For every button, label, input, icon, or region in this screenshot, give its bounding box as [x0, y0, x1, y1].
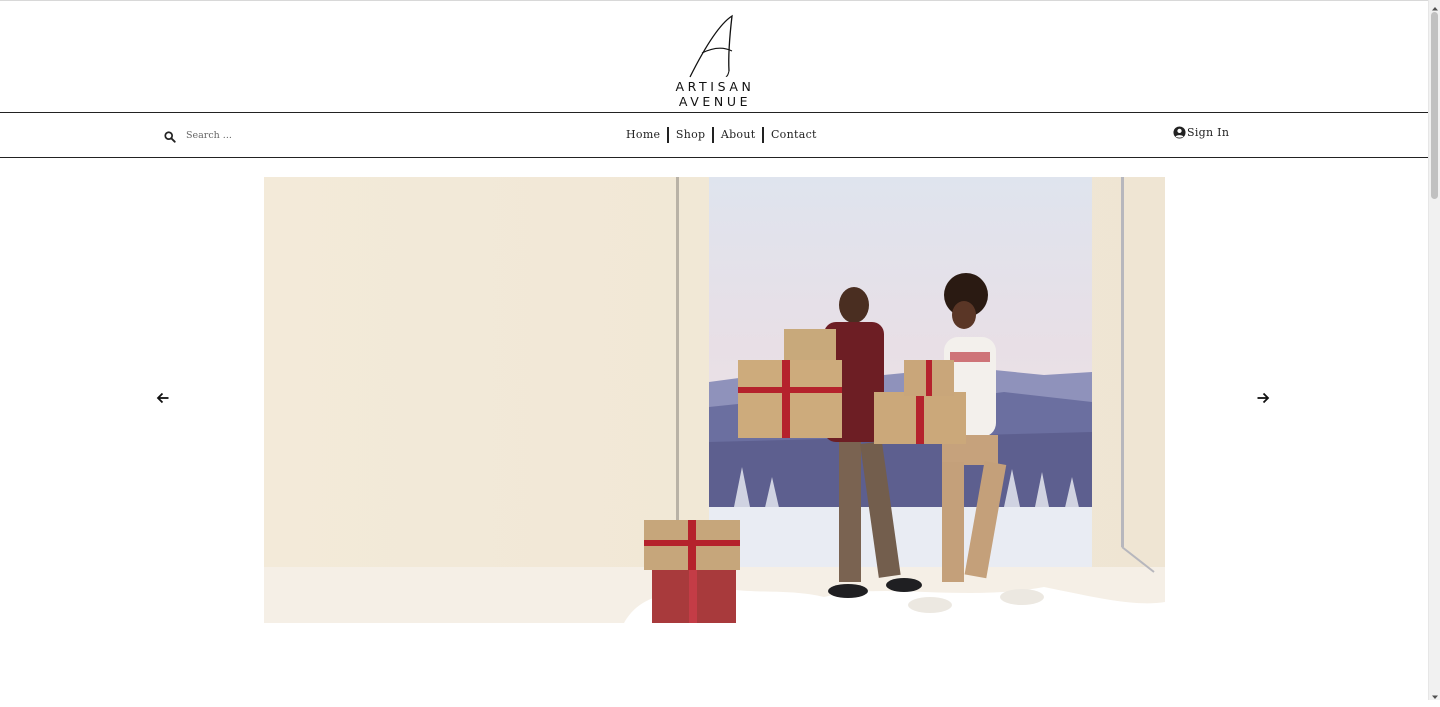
arrow-left-icon — [156, 392, 169, 404]
slider-prev-button[interactable] — [156, 390, 172, 406]
primary-menu: Home Shop About Contact — [619, 125, 824, 145]
brand-name: ARTISAN AVENUE — [675, 79, 755, 109]
hero-illustration — [264, 177, 1165, 623]
main-navbar: Home Shop About Contact Sign In — [0, 112, 1428, 158]
logo-mark — [689, 14, 733, 78]
user-circle-icon — [1173, 126, 1186, 139]
page: ARTISAN AVENUE Home Shop About Contact — [0, 0, 1428, 700]
search-icon[interactable] — [164, 128, 178, 143]
nav-contact-link[interactable]: Contact — [764, 127, 824, 143]
arrow-right-icon — [1257, 392, 1270, 404]
scrollbar-thumb[interactable] — [1431, 12, 1438, 199]
nav-home-link[interactable]: Home — [619, 127, 667, 143]
brand-logo[interactable]: ARTISAN AVENUE — [640, 13, 790, 109]
scroll-down-arrow-icon[interactable] — [1429, 688, 1440, 700]
page-scrollbar[interactable] — [1428, 0, 1440, 700]
hero-slide-image — [264, 177, 1165, 623]
sign-in-label: Sign In — [1187, 126, 1230, 139]
search-input[interactable] — [186, 129, 326, 141]
sign-in-link[interactable]: Sign In — [1173, 126, 1229, 139]
scroll-up-arrow-icon[interactable] — [1429, 0, 1440, 12]
nav-shop-link[interactable]: Shop — [669, 127, 712, 143]
slider-next-button[interactable] — [1256, 390, 1272, 406]
nav-about-link[interactable]: About — [714, 127, 763, 143]
search-bar — [164, 125, 326, 145]
